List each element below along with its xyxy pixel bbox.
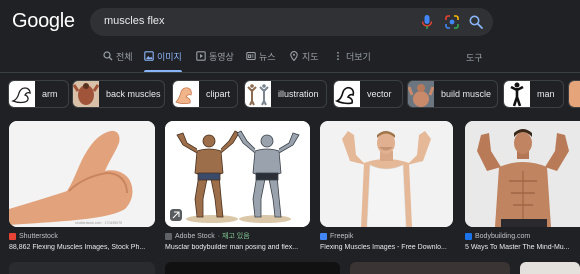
chip-build-muscle[interactable]: build muscle: [407, 80, 498, 108]
chip-label: man: [537, 89, 555, 99]
result-image[interactable]: [320, 121, 453, 227]
tab-news[interactable]: 뉴스: [246, 50, 276, 70]
man-flexing-photo: [320, 121, 453, 227]
result-image[interactable]: [465, 121, 580, 227]
chip-arm[interactable]: arm: [8, 80, 69, 108]
more-vert-icon: [337, 51, 339, 61]
result-source[interactable]: Bodybuilding.com: [465, 230, 580, 242]
result-image-partial[interactable]: [9, 262, 155, 274]
chip-label: arm: [42, 89, 58, 99]
tab-label: 지도: [302, 52, 319, 62]
image-icon: [144, 51, 154, 61]
tools-button[interactable]: 도구: [466, 51, 483, 64]
video-icon: [196, 51, 206, 61]
chip-label: clipart: [206, 89, 231, 99]
tab-label: 더보기: [346, 52, 371, 62]
chip-thumbnail: [504, 81, 530, 107]
chip-thumbnail: [569, 81, 580, 107]
tab-label: 동영상: [209, 52, 234, 62]
result-card[interactable]: Freepik Flexing Muscles Images - Free Do…: [320, 121, 453, 251]
divider: [0, 72, 580, 73]
source-name: Shutterstock: [19, 232, 58, 240]
chip-back-muscles[interactable]: back muscles: [72, 80, 165, 108]
source-name: Freepik: [330, 232, 354, 240]
result-image-partial[interactable]: [350, 262, 510, 274]
search-icon: [103, 51, 113, 61]
header: Google muscles flex: [0, 0, 580, 44]
google-logo[interactable]: Google: [12, 10, 75, 33]
result-card[interactable]: Bodybuilding.com 5 Ways To Master The Mi…: [465, 121, 580, 251]
tab-all[interactable]: 전체: [103, 50, 133, 70]
chip-label: illustration: [278, 89, 319, 99]
lens-icon[interactable]: [444, 14, 460, 30]
svg-text:shutterstock.com · 170495075: shutterstock.com · 170495075: [75, 221, 122, 225]
chip-thumbnail: [9, 81, 35, 107]
result-title[interactable]: 5 Ways To Master The Mind-Mu...: [465, 244, 580, 251]
tab-more[interactable]: 더보기: [333, 50, 371, 70]
chip-thumbnail: [334, 81, 360, 107]
bodybuilder-illustration: [165, 121, 310, 227]
result-image-partial[interactable]: [520, 262, 580, 274]
result-image[interactable]: shutterstock.com · 170495075: [9, 121, 155, 227]
bodybuilding-icon: [465, 232, 472, 240]
source-name: Bodybuilding.com: [475, 232, 531, 240]
result-title[interactable]: Musclar bodybuilder man posing and flex.…: [165, 244, 310, 251]
result-title[interactable]: 88,862 Flexing Muscles Images, Stock Ph.…: [9, 244, 155, 251]
chip-label: back muscles: [106, 89, 161, 99]
image-results-grid: shutterstock.com · 170495075 Shutterstoc…: [0, 121, 580, 271]
freepik-icon: [320, 232, 327, 240]
result-source[interactable]: Freepik: [320, 230, 453, 242]
chip-label: vector: [367, 89, 392, 99]
related-search-chips: arm back muscles clipart illustration ve…: [0, 80, 580, 108]
chip-clipart[interactable]: clipart: [172, 80, 238, 108]
search-tabs: 전체 이미지 동영상 뉴스 지도 더보기: [0, 44, 580, 72]
tab-videos[interactable]: 동영상: [196, 50, 234, 70]
chip-thumbnail: [173, 81, 199, 107]
flexing-arm-photo: shutterstock.com · 170495075: [9, 121, 155, 227]
chip-label: build muscle: [441, 89, 492, 99]
search-icon[interactable]: [468, 14, 484, 30]
tab-images[interactable]: 이미지: [144, 50, 182, 72]
search-box[interactable]: muscles flex: [90, 8, 493, 36]
tab-label: 뉴스: [259, 52, 276, 62]
tab-maps[interactable]: 지도: [289, 50, 319, 70]
in-stock-badge: · 재고 있음: [217, 233, 250, 240]
chip-vector[interactable]: vector: [333, 80, 403, 108]
mic-icon[interactable]: [421, 14, 433, 30]
chip-thumbnail: [245, 81, 271, 107]
chip-man[interactable]: man: [503, 80, 564, 108]
map-pin-icon: [290, 51, 298, 61]
result-source[interactable]: Shutterstock: [9, 230, 155, 242]
bodybuilder-photo: [465, 121, 580, 227]
result-card[interactable]: Adobe Stock · 재고 있음 Musclar bodybuilder …: [165, 121, 310, 251]
result-image[interactable]: [165, 121, 310, 227]
source-name: Adobe Stock: [175, 232, 215, 240]
news-icon: [246, 51, 256, 61]
adobe-stock-icon: [165, 232, 172, 240]
chip-illustration[interactable]: illustration: [244, 80, 327, 108]
result-card[interactable]: shutterstock.com · 170495075 Shutterstoc…: [9, 121, 155, 251]
result-title[interactable]: Flexing Muscles Images - Free Downlo...: [320, 244, 453, 251]
tab-label: 이미지: [157, 52, 182, 62]
result-source[interactable]: Adobe Stock · 재고 있음: [165, 230, 310, 242]
shutterstock-icon: [9, 232, 16, 240]
result-image-partial[interactable]: [165, 262, 340, 274]
chip-thumbnail: [73, 81, 99, 107]
tab-label: 전체: [116, 52, 133, 62]
chip-thumbnail: [408, 81, 434, 107]
search-input[interactable]: muscles flex: [104, 15, 165, 27]
chip-partial[interactable]: [568, 80, 580, 108]
